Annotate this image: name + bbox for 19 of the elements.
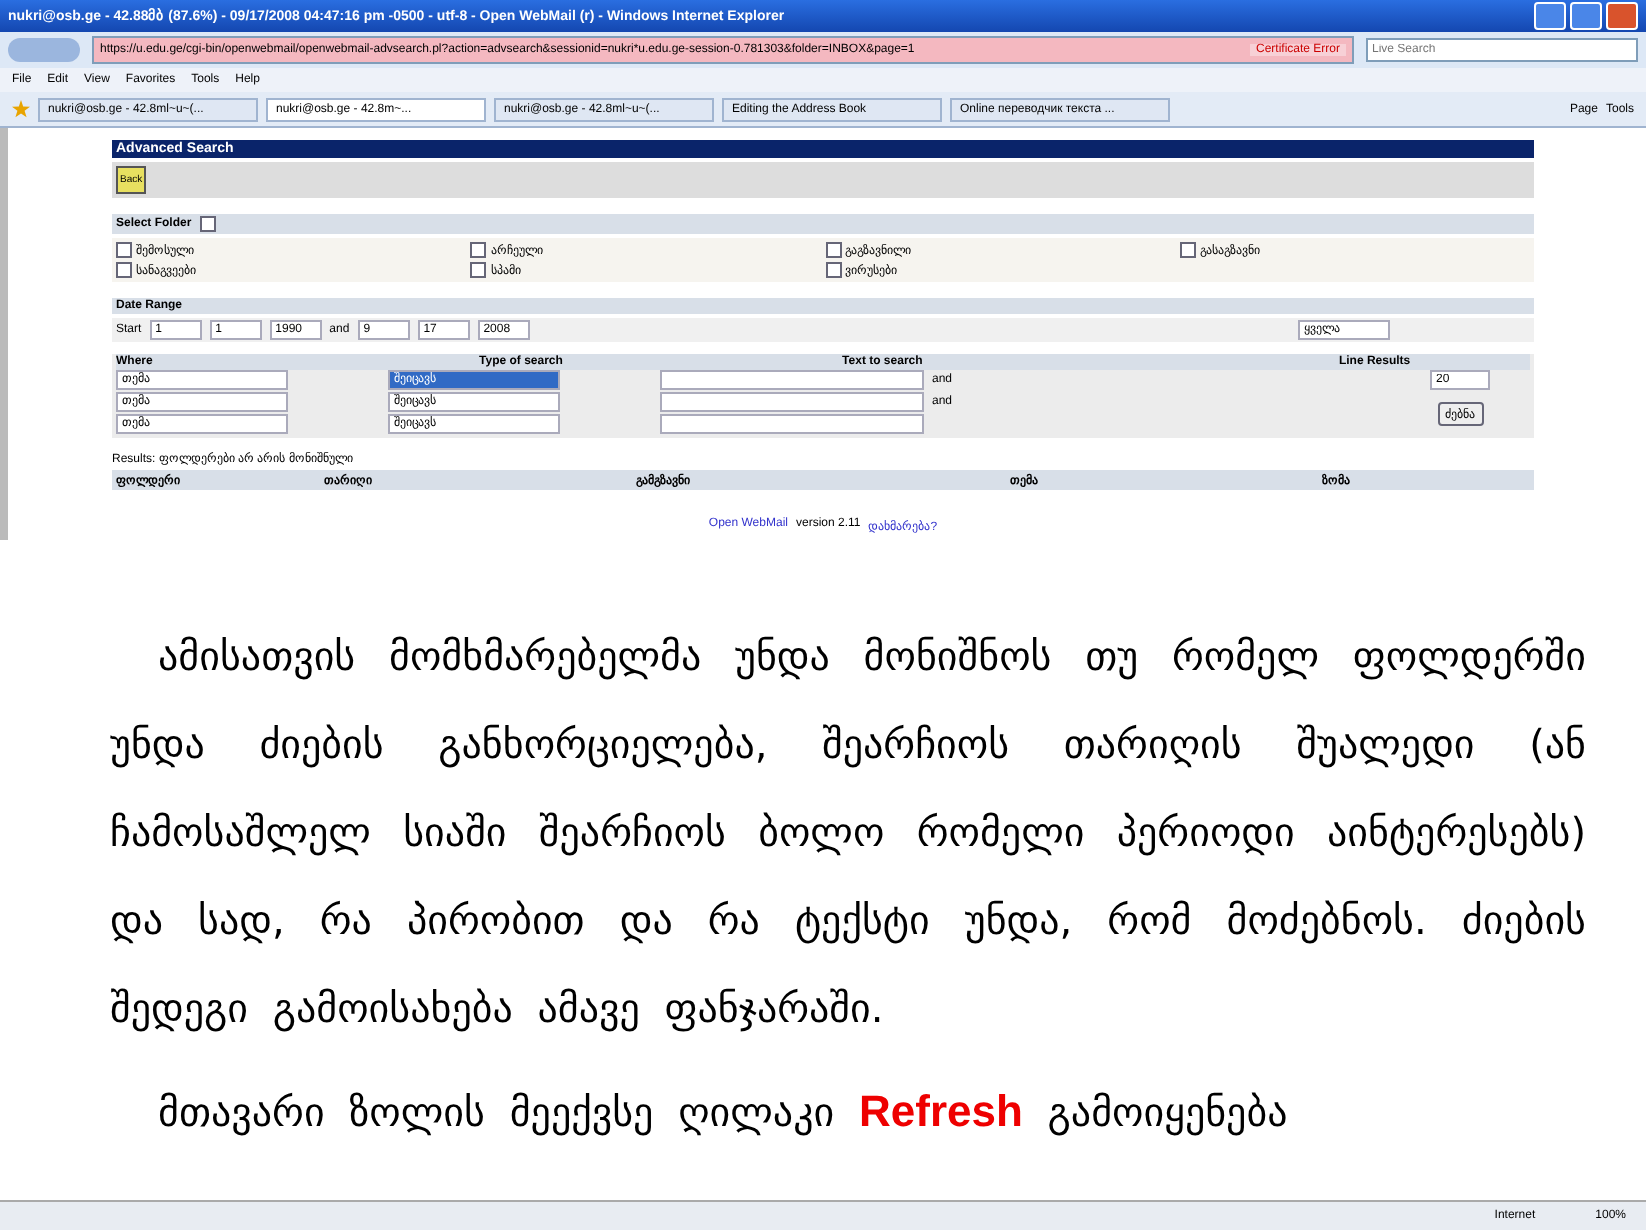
highlighted-word: Refresh: [859, 1086, 1023, 1136]
maximize-button[interactable]: [1570, 2, 1602, 30]
checkbox[interactable]: [470, 242, 487, 258]
text-field[interactable]: [660, 370, 924, 390]
checkbox[interactable]: [116, 242, 132, 258]
text-field[interactable]: [660, 414, 924, 434]
body-paragraph: ამისათვის მომხმარებელმა უნდა მონიშნოს თუ რომელ ფოლდერში უნდა ძიების განხორციელება, შეარჩიოს თარიღის შუალედი (ან ჩამოსაშლელ სიაში შეარჩიოს ბოლო რომელი პერიოდი აინტერესებს) და სად, რა პირობით და რა ტექსტი უნდა, რომ მოძებნოს. ძიების შედეგი გამოისახება ამავე ფანჯარაში.: [110, 630, 1586, 1036]
checkbox[interactable]: [825, 242, 841, 258]
body-text: გამოიყენება: [1047, 1088, 1288, 1136]
text-field[interactable]: [660, 392, 924, 412]
checkbox[interactable]: [116, 262, 132, 278]
minimize-button[interactable]: [1534, 2, 1566, 30]
checkbox[interactable]: [199, 216, 216, 232]
checkbox[interactable]: [1179, 242, 1196, 258]
checkbox[interactable]: [825, 262, 841, 278]
checkbox[interactable]: [470, 262, 487, 278]
body-text: მთავარი ზოლის მეექვსე ღილაკი: [158, 1088, 835, 1136]
close-button[interactable]: [1606, 2, 1638, 30]
star-icon[interactable]: [12, 100, 30, 118]
